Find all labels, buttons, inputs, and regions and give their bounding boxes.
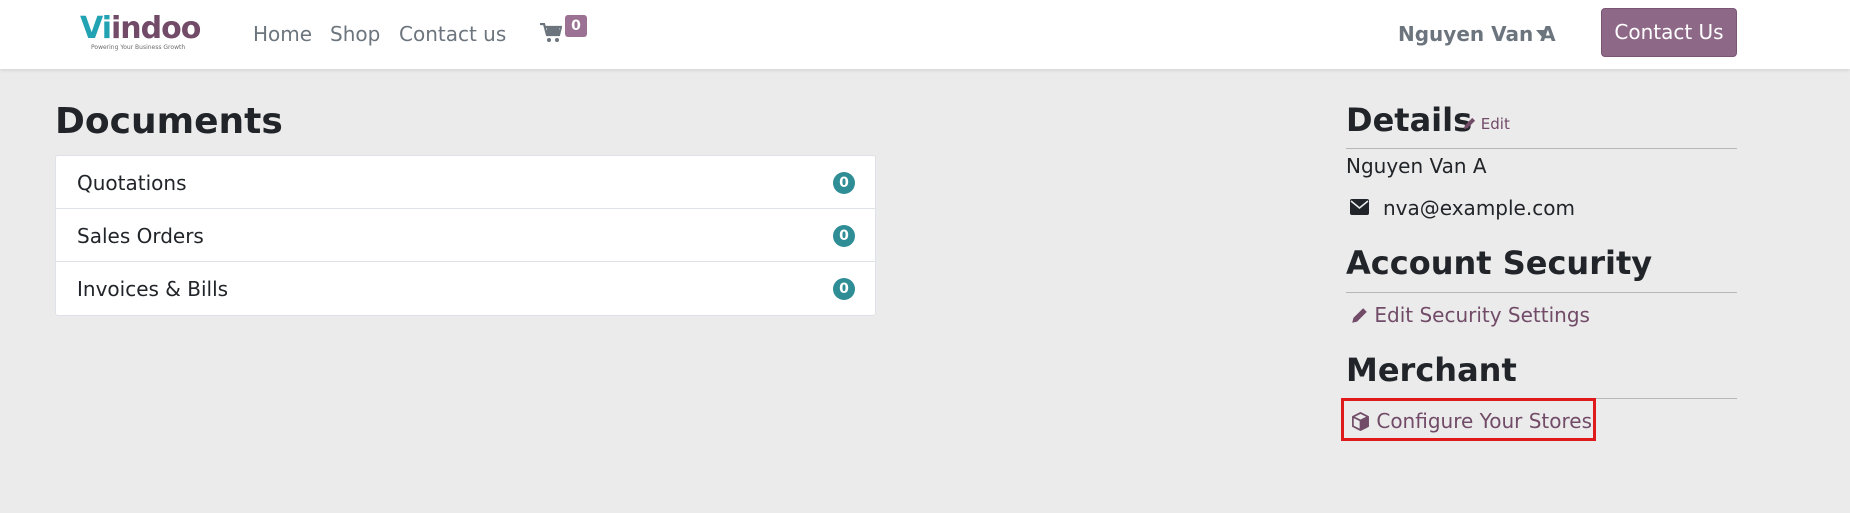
documents-row-invoices-bills[interactable]: Invoices & Bills 0 <box>56 262 875 315</box>
documents-row-sales-orders[interactable]: Sales Orders 0 <box>56 209 875 262</box>
edit-security-settings-link[interactable]: Edit Security Settings <box>1351 302 1590 328</box>
merchant-title: Merchant <box>1346 351 1517 389</box>
details-email: nva@example.com <box>1383 196 1575 220</box>
details-divider <box>1346 148 1737 149</box>
documents-row-label: Invoices & Bills <box>77 277 229 301</box>
edit-security-settings-label: Edit Security Settings <box>1374 303 1590 327</box>
cart-count-badge: 0 <box>565 15 587 37</box>
documents-title: Documents <box>55 101 283 142</box>
documents-count-badge: 0 <box>833 225 855 247</box>
chevron-down-icon[interactable] <box>1536 30 1548 37</box>
user-menu-toggle[interactable]: Nguyen Van A <box>1398 21 1556 47</box>
documents-row-label: Sales Orders <box>77 224 204 248</box>
documents-list: Quotations 0 Sales Orders 0 Invoices & B… <box>55 155 876 316</box>
documents-row-quotations[interactable]: Quotations 0 <box>56 156 875 209</box>
pencil-icon <box>1463 117 1476 130</box>
details-edit-label: Edit <box>1480 115 1510 133</box>
cart-icon[interactable] <box>540 23 562 43</box>
pencil-icon <box>1352 308 1367 323</box>
account-security-title: Account Security <box>1346 244 1653 282</box>
account-security-divider <box>1346 292 1737 293</box>
documents-count-badge: 0 <box>833 172 855 194</box>
nav-home-link[interactable]: Home <box>253 21 312 47</box>
logo-tagline: Powering Your Business Growth <box>91 44 186 51</box>
nav-contact-link[interactable]: Contact us <box>399 21 506 47</box>
contact-us-button[interactable]: Contact Us <box>1601 8 1737 57</box>
details-edit-link[interactable]: Edit <box>1463 115 1510 133</box>
nav-shop-link[interactable]: Shop <box>330 21 380 47</box>
highlight-box <box>1341 398 1596 441</box>
details-name: Nguyen Van A <box>1346 154 1487 178</box>
documents-row-label: Quotations <box>77 171 187 195</box>
top-navbar: Viindoo Powering Your Business Growth Ho… <box>0 0 1850 69</box>
details-title: Details <box>1346 101 1473 139</box>
logo-wordmark: Viindoo <box>80 11 201 46</box>
documents-count-badge: 0 <box>833 278 855 300</box>
envelope-icon <box>1350 199 1369 215</box>
brand-logo[interactable]: Viindoo Powering Your Business Growth <box>80 13 201 53</box>
